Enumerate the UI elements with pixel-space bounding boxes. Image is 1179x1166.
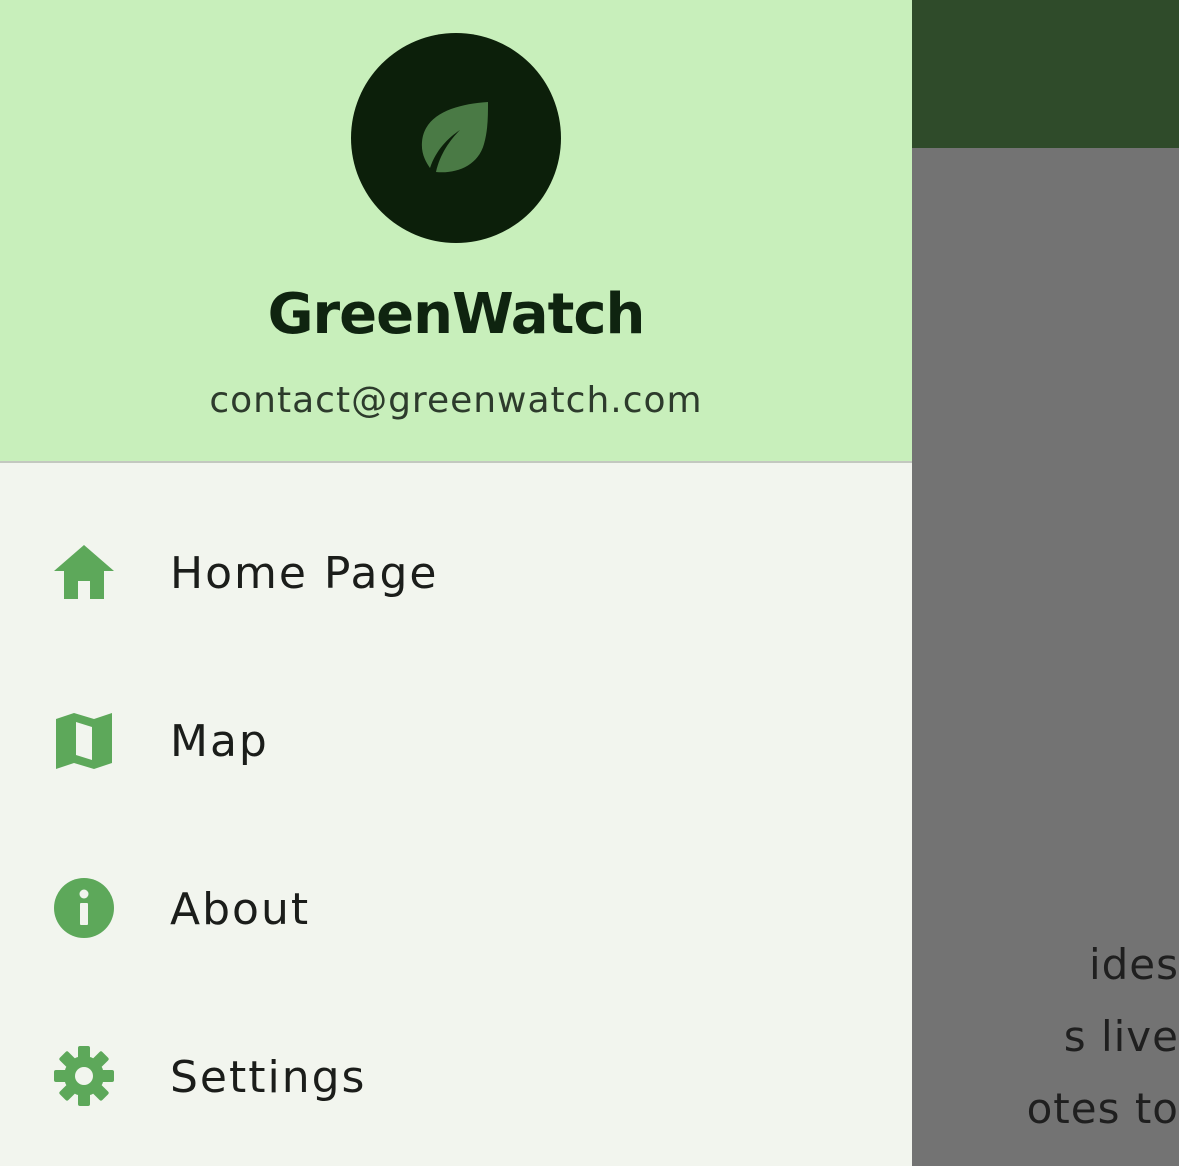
drawer-item-label: Map bbox=[170, 716, 269, 767]
gear-icon bbox=[52, 1044, 116, 1108]
drawer-item-label: About bbox=[170, 884, 311, 935]
background-text-line: s live bbox=[1063, 1012, 1179, 1061]
drawer-header: GreenWatch contact@greenwatch.com bbox=[0, 0, 912, 463]
drawer-item-settings[interactable]: Settings bbox=[0, 992, 912, 1160]
drawer-item-label: Home Page bbox=[170, 548, 439, 599]
map-icon bbox=[52, 709, 116, 773]
leaf-icon bbox=[421, 102, 488, 173]
contact-email: contact@greenwatch.com bbox=[209, 380, 703, 421]
home-icon bbox=[52, 541, 116, 605]
background-text-line: otes to bbox=[1026, 1084, 1179, 1133]
drawer-item-home-page[interactable]: Home Page bbox=[0, 490, 912, 658]
app-logo-avatar bbox=[351, 33, 561, 243]
info-icon bbox=[52, 876, 116, 940]
drawer-item-label: Settings bbox=[170, 1052, 367, 1103]
drawer-item-map[interactable]: Map bbox=[0, 658, 912, 826]
drawer-item-about[interactable]: About bbox=[0, 824, 912, 992]
app-name: GreenWatch bbox=[267, 282, 646, 347]
background-text-line: ides bbox=[1088, 940, 1179, 989]
navigation-drawer: GreenWatch contact@greenwatch.com Home P… bbox=[0, 0, 912, 1166]
